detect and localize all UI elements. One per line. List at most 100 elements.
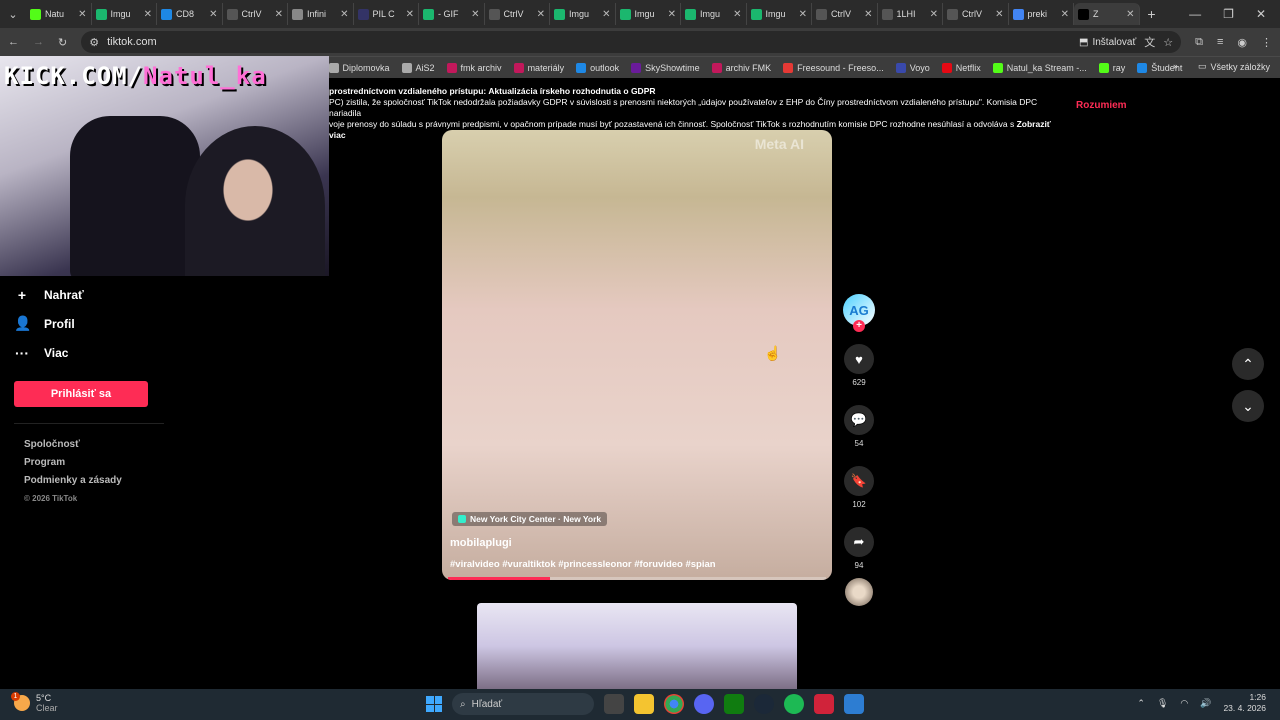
extensions-icon[interactable]: ⧉ xyxy=(1195,36,1203,49)
sidebar-item-upload[interactable]: + Nahrať xyxy=(14,280,164,309)
follow-plus-icon[interactable]: + xyxy=(853,320,865,332)
back-icon[interactable]: ← xyxy=(8,36,19,48)
url-field[interactable]: ⚙ tiktok.com ⬒ Inštalovať 文 ☆ xyxy=(81,31,1182,53)
tab-close-icon[interactable]: ✕ xyxy=(275,9,283,20)
tab-close-icon[interactable]: ✕ xyxy=(668,9,676,20)
next-video-preview[interactable] xyxy=(477,603,797,689)
previous-video-button[interactable]: ⌃ xyxy=(1232,348,1264,380)
steam-icon[interactable] xyxy=(754,694,774,714)
spotify-icon[interactable] xyxy=(784,694,804,714)
browser-tab[interactable]: Z ✕ xyxy=(1074,3,1140,25)
browser-tab[interactable]: Infini ✕ xyxy=(288,3,354,25)
reload-icon[interactable]: ↻ xyxy=(58,36,67,49)
bookmark-item[interactable]: Natul_ka Stream -... xyxy=(992,62,1087,73)
browser-tab[interactable]: Imgu ✕ xyxy=(550,3,616,25)
login-button[interactable]: Prihlásiť sa xyxy=(14,381,148,407)
video-author[interactable]: mobilaplugi xyxy=(450,537,512,549)
clock[interactable]: 1:26 23. 4. 2026 xyxy=(1223,692,1266,714)
browser-tab[interactable]: CD8 ✕ xyxy=(157,3,223,25)
new-tab-button[interactable]: + xyxy=(1140,6,1164,22)
tab-close-icon[interactable]: ✕ xyxy=(995,9,1003,20)
app-icon[interactable] xyxy=(844,694,864,714)
browser-tab[interactable]: - GIF ✕ xyxy=(419,3,485,25)
browser-tab[interactable]: PIL C ✕ xyxy=(354,3,419,25)
bookmark-item[interactable]: Diplomovka xyxy=(328,62,390,73)
bookmark-item[interactable]: archiv FMK xyxy=(711,62,771,73)
weather-widget[interactable]: 1 5°C Clear xyxy=(11,692,58,713)
microphone-icon[interactable]: 🎙 xyxy=(1157,698,1168,709)
start-button[interactable] xyxy=(426,696,442,712)
site-info-icon[interactable]: ⚙ xyxy=(89,36,99,49)
location-tag[interactable]: New York City Center · New York xyxy=(452,512,608,526)
tab-close-icon[interactable]: ✕ xyxy=(78,9,86,20)
profile-avatar-icon[interactable]: ◉ xyxy=(1237,36,1247,49)
sidebar-item-profile[interactable]: 👤 Profil xyxy=(14,309,164,338)
browser-tab[interactable]: CtrlV ✕ xyxy=(223,3,288,25)
tab-close-icon[interactable]: ✕ xyxy=(602,9,610,20)
install-app-button[interactable]: ⬒ Inštalovať xyxy=(1079,37,1136,48)
browser-tab[interactable]: Imgu ✕ xyxy=(616,3,681,25)
taskbar-search[interactable]: ⌕ Hľadať xyxy=(452,693,594,715)
minimize-icon[interactable]: — xyxy=(1189,7,1201,21)
file-explorer-icon[interactable] xyxy=(634,694,654,714)
browser-tab[interactable]: preki ✕ xyxy=(1009,3,1074,25)
browser-tab[interactable]: Imgu ✕ xyxy=(681,3,747,25)
discord-icon[interactable] xyxy=(694,694,714,714)
footer-link-terms[interactable]: Podmienky a zásady xyxy=(24,472,164,490)
sidebar-item-more[interactable]: ··· Viac xyxy=(14,338,164,367)
video-progress-bar[interactable] xyxy=(448,577,826,580)
browser-tab[interactable]: CtrlV ✕ xyxy=(943,3,1009,25)
tab-close-icon[interactable]: ✕ xyxy=(1126,9,1134,20)
bookmark-item[interactable]: Freesound - Freeso... xyxy=(783,62,884,73)
tab-close-icon[interactable]: ✕ xyxy=(209,9,217,20)
bookmark-item[interactable]: Voyo xyxy=(895,62,930,73)
browser-tab[interactable]: CtrlV ✕ xyxy=(812,3,878,25)
tab-close-icon[interactable]: ✕ xyxy=(471,9,479,20)
bookmark-item[interactable]: AiS2 xyxy=(401,62,435,73)
browser-tab[interactable]: CtrlV ✕ xyxy=(485,3,550,25)
xbox-app-icon[interactable] xyxy=(724,694,744,714)
browser-tab[interactable]: Imgu ✕ xyxy=(747,3,812,25)
like-button[interactable]: ♥ xyxy=(844,344,874,374)
next-video-button[interactable]: ⌄ xyxy=(1232,390,1264,422)
obs-icon[interactable] xyxy=(814,694,834,714)
browser-tab[interactable]: Natu ✕ xyxy=(26,3,92,25)
close-window-icon[interactable]: ✕ xyxy=(1256,7,1266,21)
footer-link-program[interactable]: Program xyxy=(24,454,164,472)
bookmark-star-icon[interactable]: ☆ xyxy=(1163,36,1173,49)
forward-icon[interactable]: → xyxy=(33,36,44,48)
task-view-icon[interactable] xyxy=(604,694,624,714)
save-button[interactable]: 🔖 xyxy=(844,466,874,496)
bookmark-item[interactable]: materiály xyxy=(513,62,564,73)
tray-overflow-icon[interactable]: ⌃ xyxy=(1137,698,1145,709)
restore-icon[interactable]: ❐ xyxy=(1223,7,1234,21)
bookmark-item[interactable]: SkyShowtime xyxy=(631,62,700,73)
creator-avatar[interactable]: AG + xyxy=(843,294,875,332)
comment-button[interactable]: 💬 xyxy=(844,405,874,435)
music-disc-avatar[interactable] xyxy=(845,578,873,606)
all-bookmarks-folder[interactable]: ▭ Všetky záložky xyxy=(1198,61,1270,72)
tab-close-icon[interactable]: ✕ xyxy=(537,9,545,20)
chrome-icon[interactable] xyxy=(664,694,684,714)
bookmark-item[interactable]: ray xyxy=(1098,62,1125,73)
tab-close-icon[interactable]: ✕ xyxy=(340,9,348,20)
menu-icon[interactable]: ⋮ xyxy=(1261,36,1272,49)
video-hashtags[interactable]: #viralvideo #vuraltiktok #princessleonor… xyxy=(450,559,716,570)
more-bookmarks-icon[interactable]: » xyxy=(1173,61,1178,72)
accept-banner-button[interactable]: Rozumiem xyxy=(1076,100,1127,111)
footer-link-company[interactable]: Spoločnosť xyxy=(24,436,164,454)
tab-close-icon[interactable]: ✕ xyxy=(144,9,152,20)
tab-close-icon[interactable]: ✕ xyxy=(930,9,938,20)
tab-close-icon[interactable]: ✕ xyxy=(864,9,872,20)
browser-tab[interactable]: Imgu ✕ xyxy=(92,3,157,25)
volume-icon[interactable]: 🔊 xyxy=(1200,698,1211,709)
media-icon[interactable]: ≡ xyxy=(1217,36,1223,48)
tab-close-icon[interactable]: ✕ xyxy=(733,9,741,20)
translate-icon[interactable]: 文 xyxy=(1144,34,1155,50)
bookmark-item[interactable]: fmk archiv xyxy=(446,62,502,73)
browser-tab[interactable]: 1LHI ✕ xyxy=(878,3,943,25)
tab-close-icon[interactable]: ✕ xyxy=(799,9,807,20)
tab-close-icon[interactable]: ✕ xyxy=(406,9,414,20)
tab-search-icon[interactable]: ⌄ xyxy=(0,0,26,28)
tab-close-icon[interactable]: ✕ xyxy=(1061,9,1069,20)
